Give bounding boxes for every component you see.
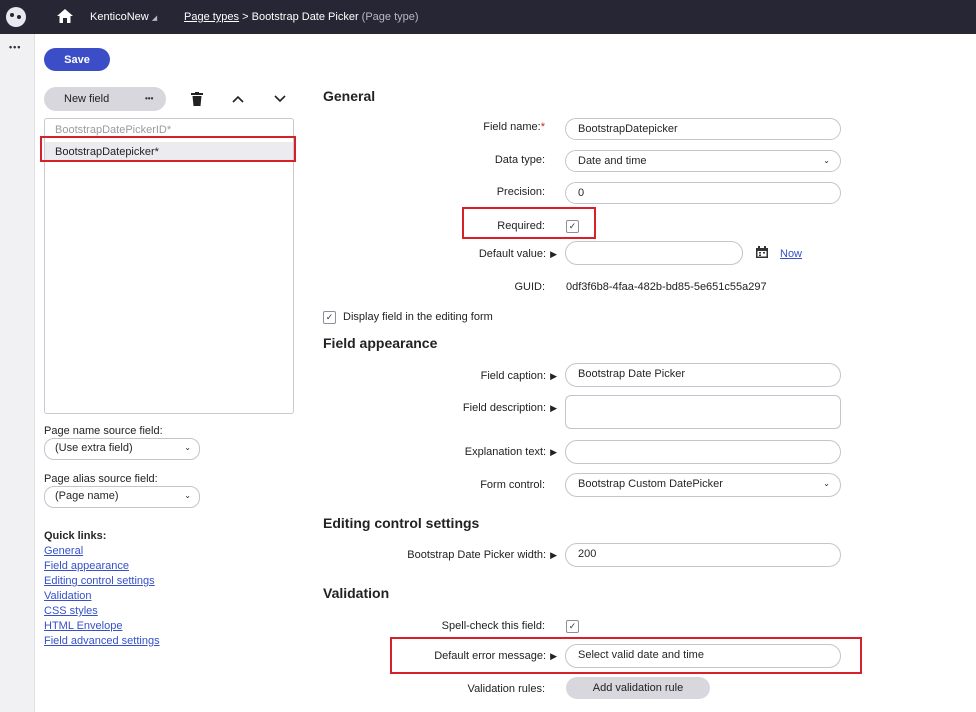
field-caption-label-text: Field caption: [480, 370, 547, 382]
breadcrumb-page-types[interactable]: Page types [184, 11, 239, 23]
page-name-source-select[interactable]: (Use extra field) ⌄ [44, 438, 200, 460]
new-field-button[interactable]: New field ••• [44, 87, 166, 111]
chevron-down-icon: ⌄ [823, 479, 830, 488]
display-field-checkbox[interactable]: ✓ [323, 311, 336, 324]
default-error-value: Select valid date and time [578, 649, 704, 661]
field-name-label: Field name:* [483, 121, 545, 133]
field-caption-input[interactable]: Bootstrap Date Picker [565, 363, 841, 387]
now-link[interactable]: Now [780, 248, 802, 260]
breadcrumb: Page types > Bootstrap Date Picker (Page… [184, 11, 419, 23]
expand-arrow-icon[interactable]: ▶ [550, 371, 557, 381]
bootstrap-width-value: 200 [578, 548, 597, 560]
explanation-text-label-text: Explanation text: [464, 446, 547, 458]
field-description-label-text: Field description: [462, 402, 547, 414]
chevron-down-icon: ⌄ [823, 156, 830, 165]
quick-link-general[interactable]: General [44, 545, 83, 557]
guid-label: GUID: [514, 281, 545, 293]
section-editing-control-heading: Editing control settings [323, 515, 480, 531]
required-marker: * [540, 121, 545, 133]
field-caption-label: Field caption: ▶ [481, 370, 557, 382]
bootstrap-width-label: Bootstrap Date Picker width: ▶ [407, 549, 557, 561]
page-alias-source-select[interactable]: (Page name) ⌄ [44, 486, 200, 508]
bootstrap-width-label-text: Bootstrap Date Picker width: [407, 549, 547, 561]
site-name[interactable]: KenticoNew ◢ [90, 11, 157, 23]
calendar-icon[interactable] [756, 246, 768, 261]
spell-check-checkbox[interactable]: ✓ [566, 620, 579, 633]
breadcrumb-separator: > [242, 11, 249, 23]
field-list-item[interactable]: BootstrapDatePickerID* [55, 124, 171, 136]
precision-value: 0 [578, 187, 585, 199]
quick-link-field-advanced-settings[interactable]: Field advanced settings [44, 635, 160, 647]
precision-input[interactable]: 0 [565, 182, 841, 204]
quick-link-field-appearance[interactable]: Field appearance [44, 560, 129, 572]
site-dropdown-icon: ◢ [151, 15, 158, 22]
quick-link-editing-control-settings[interactable]: Editing control settings [44, 575, 155, 587]
chevron-down-icon: ⌄ [184, 443, 191, 452]
data-type-select[interactable]: Date and time ⌄ [565, 150, 841, 172]
section-validation-heading: Validation [323, 585, 390, 601]
form-control-label: Form control: [480, 479, 545, 491]
field-description-label: Field description: ▶ [463, 402, 557, 414]
default-error-label-text: Default error message: [434, 650, 547, 662]
field-list: BootstrapDatePickerID* BootstrapDatepick… [44, 118, 294, 414]
spell-check-label: Spell-check this field: [441, 620, 545, 632]
expand-arrow-icon[interactable]: ▶ [550, 447, 557, 457]
section-general-heading: General [323, 88, 376, 104]
move-down-icon[interactable] [271, 91, 289, 107]
chevron-down-icon: ⌄ [184, 491, 191, 500]
move-up-icon[interactable] [229, 91, 247, 107]
field-name-value: BootstrapDatepicker [578, 123, 678, 135]
form-control-select[interactable]: Bootstrap Custom DatePicker ⌄ [565, 473, 841, 497]
explanation-text-input[interactable] [565, 440, 841, 464]
quick-link-validation[interactable]: Validation [44, 590, 92, 602]
save-button[interactable]: Save [44, 48, 110, 71]
breadcrumb-current: Bootstrap Date Picker [251, 11, 359, 23]
field-name-label-text: Field name: [483, 121, 541, 133]
data-type-value: Date and time [578, 155, 647, 167]
kentico-logo-icon[interactable] [6, 7, 26, 27]
required-checkbox[interactable]: ✓ [566, 220, 579, 233]
quick-link-css-styles[interactable]: CSS styles [44, 605, 98, 617]
expand-arrow-icon[interactable]: ▶ [550, 403, 557, 413]
more-options-icon[interactable]: ••• [145, 94, 153, 103]
expand-arrow-icon[interactable]: ▶ [550, 249, 557, 259]
section-field-appearance-heading: Field appearance [323, 335, 438, 351]
field-caption-value: Bootstrap Date Picker [578, 368, 685, 380]
more-menu-icon[interactable]: ••• [9, 42, 21, 52]
page-alias-source-value: (Page name) [55, 490, 119, 502]
form-control-value: Bootstrap Custom DatePicker [578, 478, 723, 490]
data-type-label: Data type: [494, 154, 545, 166]
quick-link-html-envelope[interactable]: HTML Envelope [44, 620, 122, 632]
top-bar: KenticoNew ◢ Page types > Bootstrap Date… [0, 0, 976, 34]
page-name-source-value: (Use extra field) [55, 442, 133, 454]
validation-rules-label: Validation rules: [467, 683, 545, 695]
field-list-item-selected[interactable]: BootstrapDatepicker* [45, 142, 293, 162]
default-error-input[interactable]: Select valid date and time [565, 644, 841, 668]
expand-arrow-icon[interactable]: ▶ [550, 651, 557, 661]
default-value-label: Default value: ▶ [479, 248, 557, 260]
home-icon[interactable] [56, 7, 74, 25]
field-description-textarea[interactable] [565, 395, 841, 429]
left-strip [0, 34, 35, 712]
quick-links-title: Quick links: [44, 530, 107, 542]
expand-arrow-icon[interactable]: ▶ [550, 550, 557, 560]
field-name-input[interactable]: BootstrapDatepicker [565, 118, 841, 140]
default-value-label-text: Default value: [478, 248, 547, 260]
guid-value: 0df3f6b8-4faa-482b-bd85-5e651c55a297 [566, 281, 767, 293]
page-alias-source-label: Page alias source field: [44, 473, 158, 485]
display-field-label: Display field in the editing form [343, 311, 493, 323]
site-name-label: KenticoNew [90, 11, 149, 23]
default-value-input[interactable] [565, 241, 743, 265]
bootstrap-width-input[interactable]: 200 [565, 543, 841, 567]
default-error-label: Default error message: ▶ [434, 650, 557, 662]
required-label: Required: [497, 220, 545, 232]
breadcrumb-current-type: (Page type) [361, 11, 419, 23]
explanation-text-label: Explanation text: ▶ [465, 446, 557, 458]
new-field-label: New field [64, 93, 110, 105]
trash-icon[interactable] [188, 91, 206, 107]
precision-label: Precision: [496, 186, 545, 198]
page-name-source-label: Page name source field: [44, 425, 163, 437]
add-validation-rule-button[interactable]: Add validation rule [566, 677, 710, 699]
